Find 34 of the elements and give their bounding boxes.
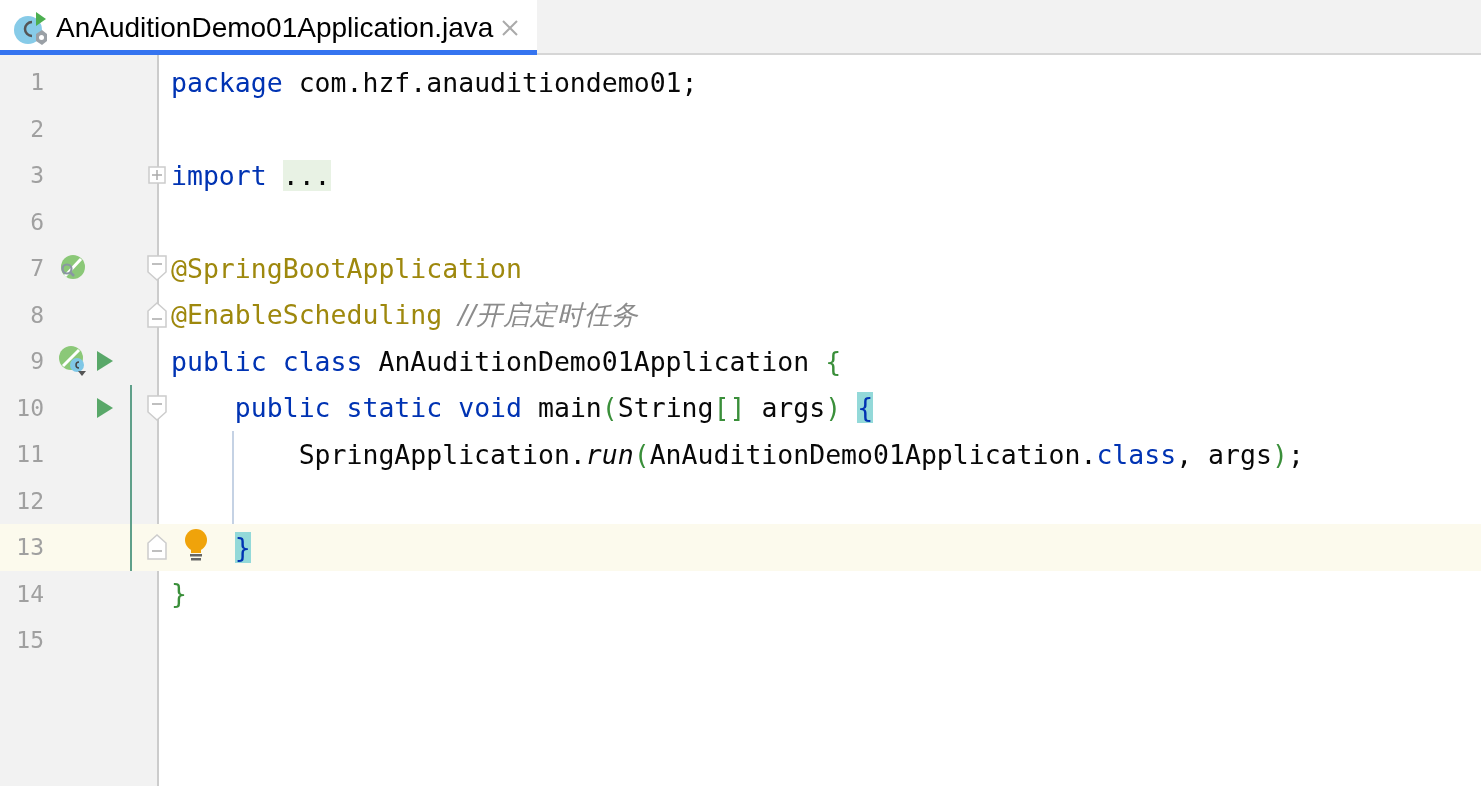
code-line: @SpringBootApplication <box>171 252 522 284</box>
close-icon[interactable] <box>501 18 520 37</box>
lightbulb-icon[interactable] <box>183 528 209 562</box>
line-number: 11 <box>15 441 44 468</box>
line-number: 12 <box>15 487 44 514</box>
spring-class-icon <box>12 9 48 46</box>
run-icon[interactable] <box>95 396 115 419</box>
line-number: 8 <box>29 301 44 328</box>
run-icon[interactable] <box>95 350 115 373</box>
spring-bean-class-icon[interactable] <box>57 346 87 377</box>
line-number: 2 <box>29 115 44 142</box>
code-line: SpringApplication.run(AnAuditionDemo01Application.class, args); <box>298 438 1304 470</box>
line-number: 3 <box>29 162 44 189</box>
fold-marker-icon[interactable] <box>147 394 167 421</box>
fold-marker-icon[interactable] <box>147 255 167 282</box>
line-number: 7 <box>29 255 44 282</box>
code-line: @EnableScheduling //开启定时任务 <box>171 297 639 332</box>
code-line: import ... <box>171 159 331 191</box>
line-number: 6 <box>29 208 44 235</box>
line-number: 9 <box>29 348 44 375</box>
code-line: public static void main(String[] args) { <box>234 392 874 424</box>
code-line: public class AnAuditionDemo01Application { <box>171 345 842 377</box>
code-line: package com.hzf.anauditiondemo01; <box>171 66 698 98</box>
line-number: 1 <box>29 69 44 96</box>
tab-title: AnAuditionDemo01Application.java <box>56 11 494 44</box>
line-number: 13 <box>15 534 44 561</box>
expand-fold-icon[interactable] <box>148 166 166 185</box>
line-number: 15 <box>15 627 44 654</box>
file-tab[interactable]: AnAuditionDemo01Application.java <box>0 0 538 55</box>
line-number: 10 <box>15 394 44 421</box>
code-line: } <box>171 578 187 610</box>
fold-marker-icon[interactable] <box>147 301 167 328</box>
fold-marker-icon[interactable] <box>147 534 167 561</box>
line-number: 14 <box>15 580 44 607</box>
